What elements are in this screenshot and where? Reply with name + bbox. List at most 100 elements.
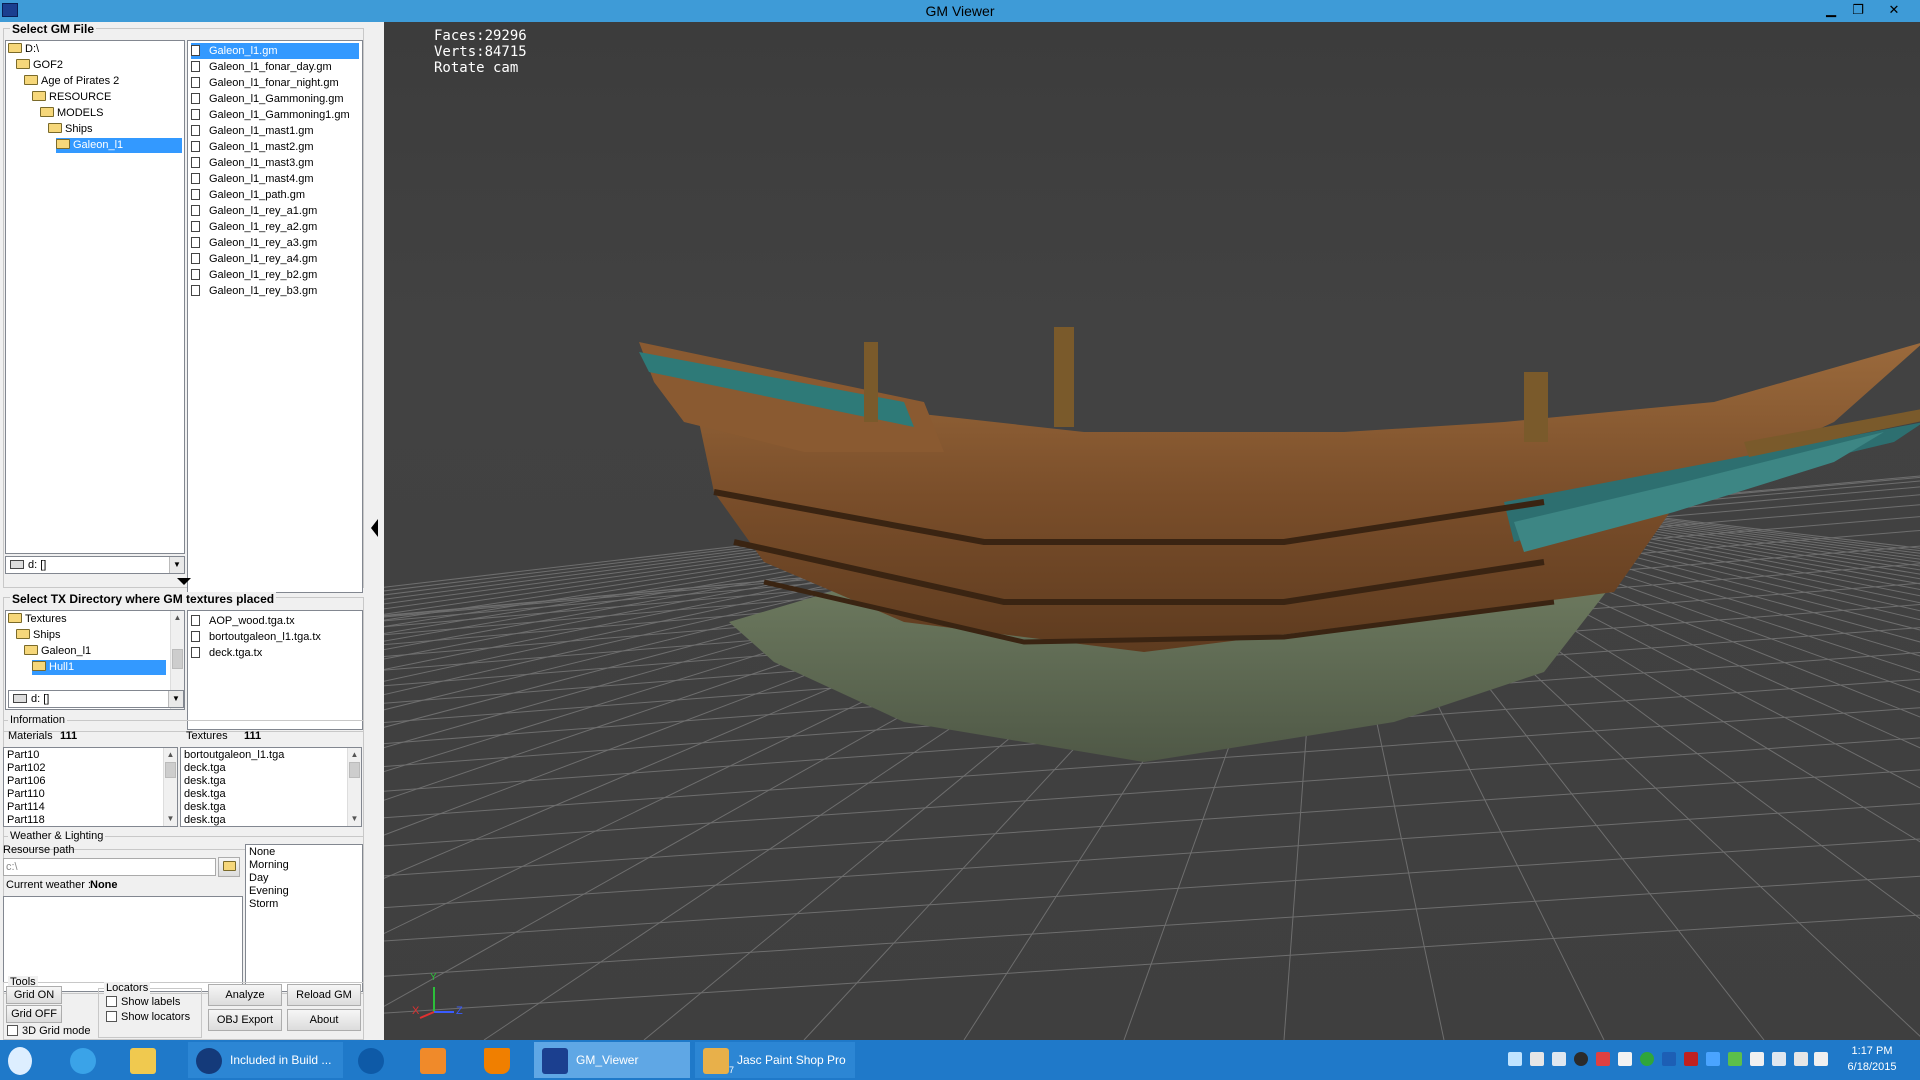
panel-splitter[interactable] <box>366 22 384 1040</box>
material-row[interactable]: Part102 <box>7 762 46 775</box>
tx-tree-item[interactable]: Ships <box>16 628 61 643</box>
close-button[interactable]: ✕ <box>1873 0 1915 20</box>
gm-tree-item[interactable]: MODELS <box>40 106 103 121</box>
texture-row[interactable]: desk.tga <box>184 775 226 788</box>
materials-list[interactable]: ▲ ▼ Part10 Part102 Part106 Part110 Part114 Pa… <box>3 747 178 827</box>
gm-tree-item[interactable]: GOF2 <box>16 58 63 73</box>
material-row[interactable]: Part114 <box>7 801 45 814</box>
taskbar-media-button[interactable] <box>420 1042 460 1078</box>
taskbar-ie-button[interactable] <box>70 1042 110 1078</box>
material-row[interactable]: Part10 <box>7 749 39 762</box>
tray-sb-icon[interactable] <box>1684 1052 1698 1066</box>
tx-file-row[interactable]: AOP_wood.tga.tx <box>191 613 295 629</box>
texture-row[interactable]: desk.tga <box>184 801 226 814</box>
taskbar-item-gm-viewer[interactable]: GM_Viewer <box>534 1042 690 1078</box>
gm-drive-select[interactable]: d: [] ▼ <box>5 556 185 574</box>
tray-disc-icon[interactable] <box>1574 1052 1588 1066</box>
resource-path-input[interactable] <box>3 858 216 876</box>
weather-option[interactable]: Storm <box>249 898 278 911</box>
tray-volume-icon[interactable] <box>1814 1052 1828 1066</box>
collapse-arrow-icon[interactable] <box>371 519 378 537</box>
maximize-button[interactable]: ❐ <box>1845 0 1871 20</box>
checkbox-box[interactable] <box>106 1011 117 1022</box>
texture-row[interactable]: desk.tga <box>184 814 226 826</box>
texture-row[interactable]: bortoutgaleon_l1.tga <box>184 749 284 762</box>
tray-colors-icon[interactable] <box>1706 1052 1720 1066</box>
textures-scrollbar[interactable]: ▲ ▼ <box>347 748 361 826</box>
material-row[interactable]: Part106 <box>7 775 46 788</box>
tx-drive-select[interactable]: d: [] ▼ <box>8 690 184 708</box>
grid-on-button[interactable]: Grid ON <box>6 986 62 1004</box>
tx-tree-item[interactable]: Textures <box>8 612 67 627</box>
gm-file-row[interactable]: Galeon_l1_rey_a1.gm <box>191 203 317 219</box>
scroll-thumb[interactable] <box>165 762 176 778</box>
tray-monitor-icon[interactable] <box>1530 1052 1544 1066</box>
scroll-up-icon[interactable]: ▲ <box>164 748 177 762</box>
scroll-down-icon[interactable]: ▼ <box>348 812 361 826</box>
gm-file-row[interactable]: Galeon_l1_mast1.gm <box>191 123 314 139</box>
taskbar-clock[interactable]: 1:17 PM 6/18/2015 <box>1832 1043 1912 1075</box>
weather-options-list[interactable]: None Morning Day Evening Storm <box>245 844 363 992</box>
weather-option[interactable]: None <box>249 846 275 859</box>
checkbox-box[interactable] <box>7 1025 18 1036</box>
3d-grid-mode-checkbox[interactable]: 3D Grid mode <box>7 1025 90 1038</box>
gm-tree-item[interactable]: Galeon_l1 <box>56 138 182 153</box>
gm-file-row[interactable]: Galeon_l1_fonar_night.gm <box>191 75 339 91</box>
gm-file-row[interactable]: Galeon_l1_rey_a4.gm <box>191 251 317 267</box>
texture-row[interactable]: desk.tga <box>184 788 226 801</box>
gm-tree-item[interactable]: RESOURCE <box>32 90 111 105</box>
gm-file-row[interactable]: Galeon_l1_rey_b2.gm <box>191 267 317 283</box>
weather-option[interactable]: Evening <box>249 885 289 898</box>
gm-file-row[interactable]: Galeon_l1_Gammoning1.gm <box>191 107 350 123</box>
analyze-button[interactable]: Analyze <box>208 984 282 1006</box>
scroll-up-icon[interactable]: ▲ <box>348 748 361 762</box>
taskbar-item-paint-shop[interactable]: Jasc Paint Shop Pro 7 <box>695 1042 855 1078</box>
tray-shield-icon[interactable] <box>1728 1052 1742 1066</box>
gm-tree-item[interactable]: Age of Pirates 2 <box>24 74 119 89</box>
tx-file-row[interactable]: deck.tga.tx <box>191 645 262 661</box>
tray-network-icon[interactable] <box>1508 1052 1522 1066</box>
checkbox-box[interactable] <box>106 996 117 1007</box>
tray-windows-icon[interactable] <box>1552 1052 1566 1066</box>
taskbar-app-c-button[interactable] <box>358 1042 398 1078</box>
expand-arrow-icon[interactable] <box>177 578 191 585</box>
show-labels-checkbox[interactable]: Show labels <box>106 996 180 1009</box>
material-row[interactable]: Part118 <box>7 814 45 826</box>
reload-gm-button[interactable]: Reload GM <box>287 984 361 1006</box>
weather-option[interactable]: Morning <box>249 859 289 872</box>
tray-cloud-icon[interactable] <box>1618 1052 1632 1066</box>
gm-file-row[interactable]: Galeon_l1_path.gm <box>191 187 305 203</box>
textures-list[interactable]: ▲ ▼ bortoutgaleon_l1.tga deck.tga desk.tga… <box>180 747 362 827</box>
browse-folder-button[interactable] <box>218 857 240 877</box>
3d-viewport[interactable]: Faces:29296 Verts:84715 Rotate cam Y Z X <box>384 22 1920 1040</box>
gm-file-row[interactable]: Galeon_l1_rey_a2.gm <box>191 219 317 235</box>
gm-file-row[interactable]: Galeon_l1_mast4.gm <box>191 171 314 187</box>
gm-file-row[interactable]: Galeon_l1_mast2.gm <box>191 139 314 155</box>
tx-tree-item[interactable]: Hull1 <box>32 660 166 675</box>
weather-option[interactable]: Day <box>249 872 269 885</box>
gm-tree-item[interactable]: D:\ <box>8 42 39 57</box>
tx-file-row[interactable]: bortoutgaleon_l1.tga.tx <box>191 629 321 645</box>
gm-file-row[interactable]: Galeon_l1_fonar_day.gm <box>191 59 332 75</box>
texture-row[interactable]: deck.tga <box>184 762 226 775</box>
gm-file-list[interactable]: Galeon_l1.gm Galeon_l1_fonar_day.gm Galeon… <box>187 40 363 593</box>
chevron-down-icon[interactable]: ▼ <box>169 557 184 573</box>
obj-export-button[interactable]: OBJ Export <box>208 1009 282 1031</box>
scroll-down-icon[interactable]: ▼ <box>164 812 177 826</box>
scroll-thumb[interactable] <box>349 762 360 778</box>
show-locators-checkbox[interactable]: Show locators <box>106 1011 190 1024</box>
tray-red-icon[interactable] <box>1596 1052 1610 1066</box>
materials-scrollbar[interactable]: ▲ ▼ <box>163 748 177 826</box>
start-button[interactable] <box>8 1042 48 1078</box>
minimize-button[interactable]: ▁ <box>1818 0 1844 20</box>
taskbar-item-build[interactable]: Included in Build ... <box>188 1042 343 1078</box>
taskbar-explorer-button[interactable] <box>130 1042 170 1078</box>
gm-file-row[interactable]: Galeon_l1_Gammoning.gm <box>191 91 344 107</box>
tray-window-icon[interactable] <box>1772 1052 1786 1066</box>
gm-file-row[interactable]: Galeon_l1_rey_a3.gm <box>191 235 317 251</box>
gm-file-row[interactable]: Galeon_l1.gm <box>191 43 359 59</box>
scroll-thumb[interactable] <box>172 649 183 669</box>
material-row[interactable]: Part110 <box>7 788 45 801</box>
chevron-down-icon[interactable]: ▼ <box>168 691 183 707</box>
taskbar-vlc-button[interactable] <box>484 1042 524 1078</box>
